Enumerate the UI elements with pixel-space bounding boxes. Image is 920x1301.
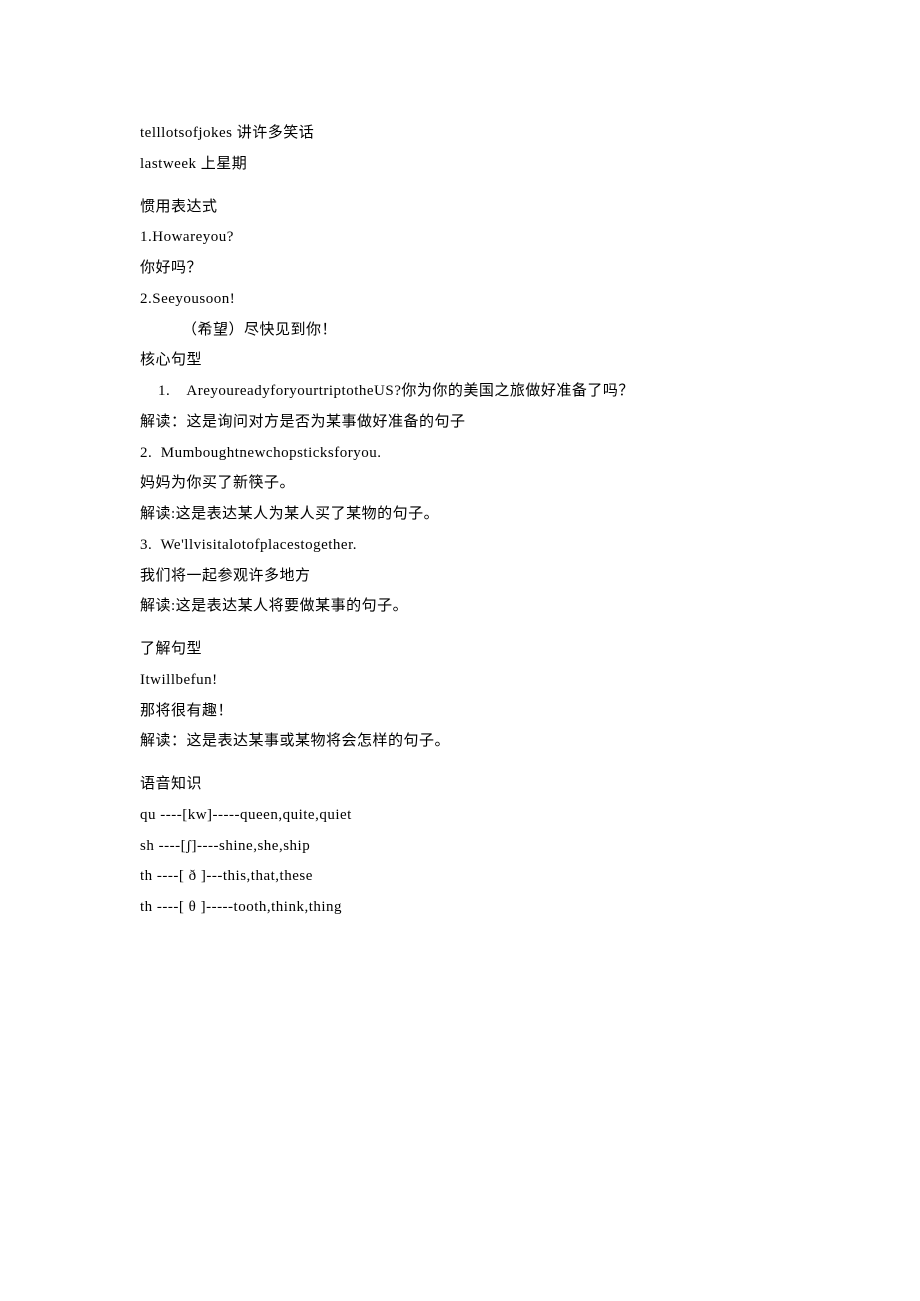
phon-line: th ----[ ð ]---this,that,these <box>140 861 780 892</box>
phon-heading: 语音知识 <box>140 769 780 800</box>
page-container: telllotsofjokes 讲许多笑话 lastweek 上星期 惯用表达式… <box>0 0 920 923</box>
phon-line: qu ----[kw]-----queen,quite,quiet <box>140 800 780 831</box>
phon-line: sh ----[ʃ]----shine,she,ship <box>140 831 780 862</box>
learn-line: 那将很有趣！ <box>140 696 780 727</box>
idiom-item-cn: （希望）尽快见到你！ <box>140 315 780 346</box>
idiom-item: 2.Seeyousoon! <box>140 284 780 315</box>
learn-heading: 了解句型 <box>140 634 780 665</box>
idiom-heading: 惯用表达式 <box>140 192 780 223</box>
core-line: 解读:这是表达某人将要做某事的句子。 <box>140 591 780 622</box>
learn-line: Itwillbefun! <box>140 665 780 696</box>
idiom-item-cn: 你好吗？ <box>140 253 780 284</box>
core-line: 3. We'llvisitalotofplacestogether. <box>140 530 780 561</box>
core-heading: 核心句型 <box>140 345 780 376</box>
core-line: 1. AreyoureadyforyourtriptotheUS?你为你的美国之… <box>140 376 780 407</box>
vocab-line: lastweek 上星期 <box>140 149 780 180</box>
idiom-item: 1.Howareyou? <box>140 222 780 253</box>
vocab-line: telllotsofjokes 讲许多笑话 <box>140 118 780 149</box>
core-line: 解读：这是询问对方是否为某事做好准备的句子 <box>140 407 780 438</box>
core-line: 妈妈为你买了新筷子。 <box>140 468 780 499</box>
core-line: 解读:这是表达某人为某人买了某物的句子。 <box>140 499 780 530</box>
phon-line: th ----[ θ ]-----tooth,think,thing <box>140 892 780 923</box>
core-line: 2. Mumboughtnewchopsticksforyou. <box>140 438 780 469</box>
core-line: 我们将一起参观许多地方 <box>140 561 780 592</box>
learn-line: 解读：这是表达某事或某物将会怎样的句子。 <box>140 726 780 757</box>
